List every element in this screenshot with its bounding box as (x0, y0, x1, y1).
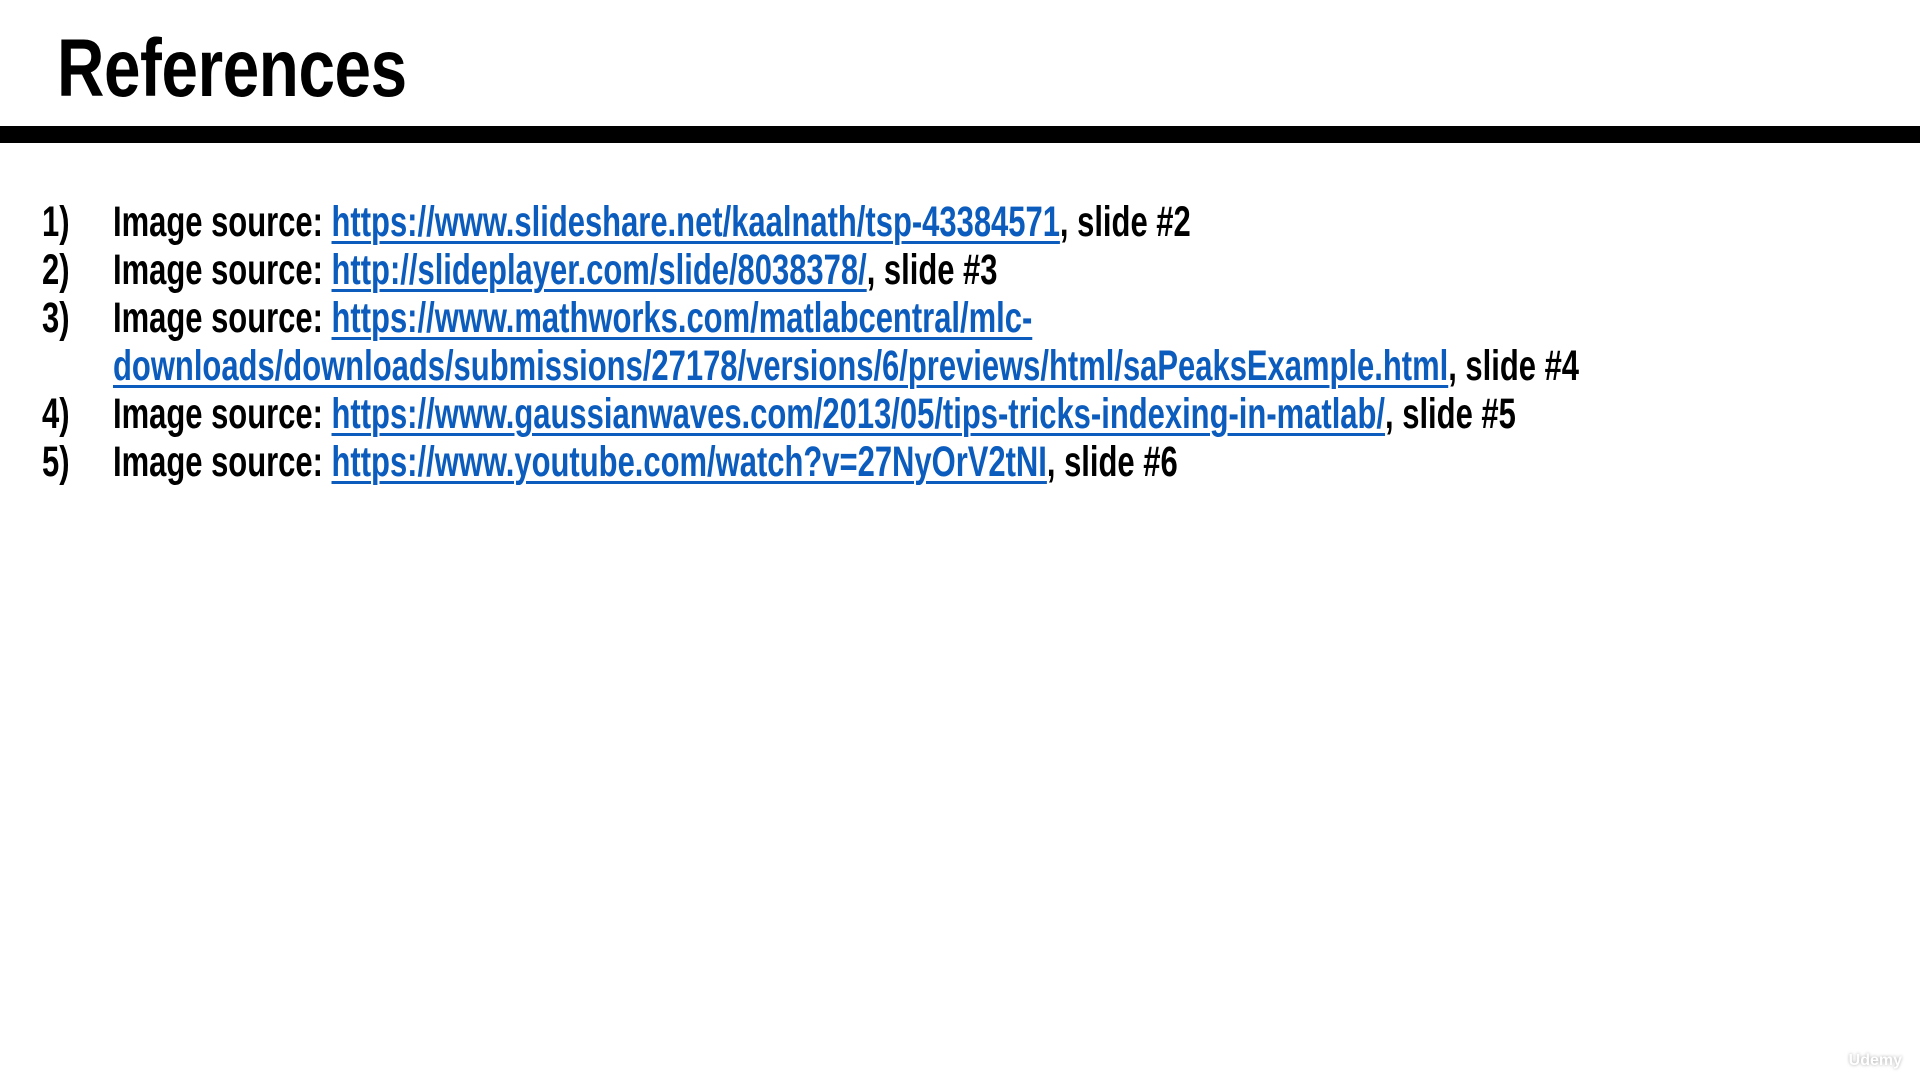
reference-item: 4) Image source: https://www.gaussianwav… (0, 390, 1920, 438)
reference-suffix: , slide #3 (866, 246, 998, 294)
reference-suffix: , slide #4 (1448, 342, 1580, 390)
reference-link[interactable]: https://www.mathworks.com/matlabcentral/… (332, 294, 1033, 342)
reference-prefix: Image source: (113, 390, 332, 438)
reference-suffix: , slide #2 (1059, 198, 1191, 246)
reference-item-continuation: downloads/downloads/submissions/27178/ve… (0, 342, 1920, 390)
reference-prefix: Image source: (113, 438, 332, 486)
title-divider (0, 126, 1920, 143)
reference-link[interactable]: http://slideplayer.com/slide/8038378/ (332, 246, 867, 294)
reference-suffix: , slide #6 (1046, 438, 1178, 486)
reference-number: 2) (42, 246, 70, 294)
reference-link[interactable]: https://www.slideshare.net/kaalnath/tsp-… (332, 198, 1060, 246)
reference-item: 2) Image source: http://slideplayer.com/… (0, 246, 1920, 294)
reference-item: 3) Image source: https://www.mathworks.c… (0, 294, 1920, 342)
reference-number: 1) (42, 198, 70, 246)
reference-number: 4) (42, 390, 70, 438)
reference-prefix: Image source: (113, 294, 332, 342)
reference-link[interactable]: https://www.gaussianwaves.com/2013/05/ti… (332, 390, 1386, 438)
reference-number: 3) (42, 294, 70, 342)
page-title: References (57, 23, 407, 114)
reference-item: 1) Image source: https://www.slideshare.… (0, 198, 1920, 246)
udemy-watermark-logo: Udemy (1848, 1052, 1902, 1069)
reference-prefix: Image source: (113, 198, 332, 246)
reference-prefix: Image source: (113, 246, 332, 294)
reference-list: 1) Image source: https://www.slideshare.… (0, 198, 1920, 486)
reference-link-continuation[interactable]: downloads/downloads/submissions/27178/ve… (113, 342, 1448, 390)
reference-suffix: , slide #5 (1385, 390, 1516, 438)
reference-link[interactable]: https://www.youtube.com/watch?v=27NyOrV2… (332, 438, 1047, 486)
reference-number: 5) (42, 438, 70, 486)
reference-item: 5) Image source: https://www.youtube.com… (0, 438, 1920, 486)
